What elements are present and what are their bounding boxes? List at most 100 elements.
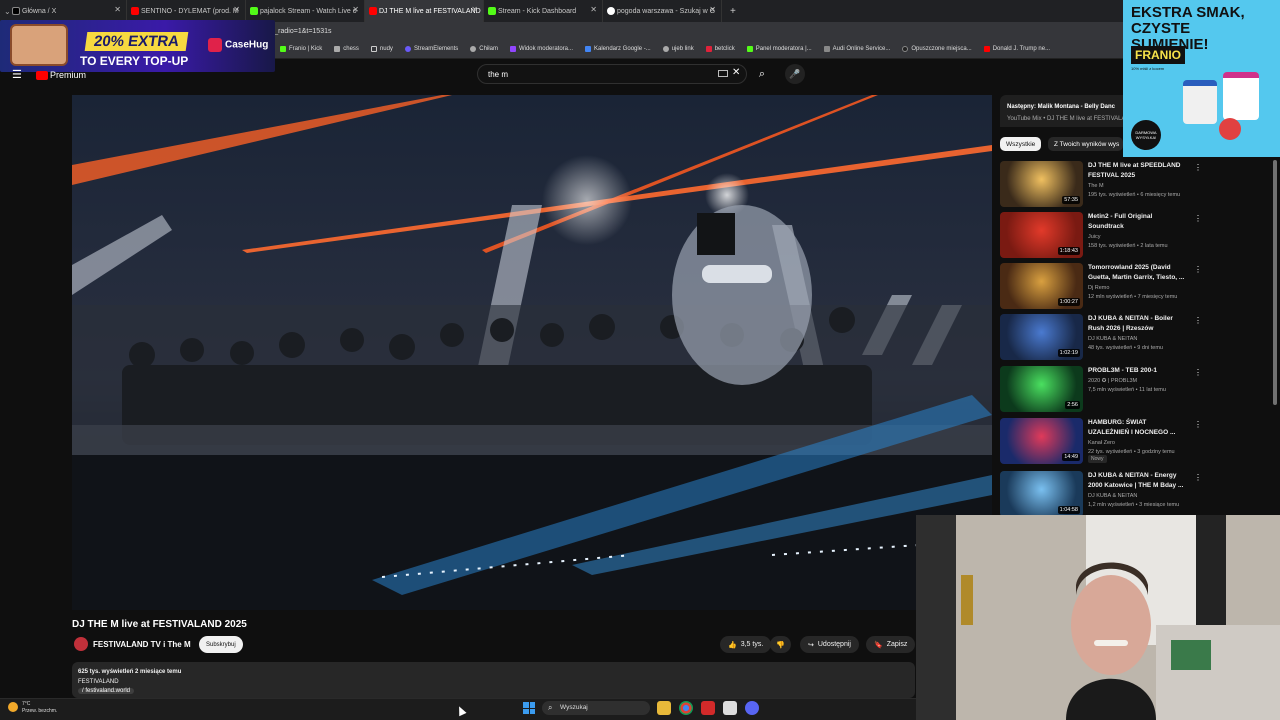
duration-badge: 1:04:58 — [1057, 506, 1080, 514]
subscribe-button[interactable]: Subskrybuj — [199, 636, 243, 653]
recommendation-item[interactable]: 2:56 PROBL3M - TEB 200-1 2020 ✪ | PROBL3M 7… — [1000, 366, 1202, 412]
taskbar-search[interactable]: ⌕ Wyszukaj — [542, 701, 650, 715]
tab-5[interactable]: pogoda warszawa - Szukaj w G ✕ — [603, 0, 722, 22]
bookmark-folder[interactable]: nudy — [370, 46, 393, 52]
windows-start-icon[interactable] — [523, 702, 535, 714]
recommendation-item[interactable]: 14:49 HAMBURG: ŚWIAT UZALEŻNIEŃ I NOCNEGO… — [1000, 418, 1202, 464]
twitch-icon — [509, 46, 516, 52]
duration-badge: 57:35 — [1062, 196, 1080, 204]
youtube-premium-logo[interactable]: Premium — [36, 70, 86, 81]
discord-icon[interactable] — [745, 701, 759, 715]
app-icon[interactable] — [723, 701, 737, 715]
app-icon[interactable] — [701, 701, 715, 715]
recommendation-title[interactable]: PROBL3M - TEB 200-1 — [1088, 366, 1188, 376]
bookmark[interactable]: chess — [334, 46, 359, 52]
bookmark[interactable]: Panel moderatora |... — [746, 46, 812, 52]
video-thumbnail[interactable]: 2:56 — [1000, 366, 1083, 412]
tab-close-icon[interactable]: ✕ — [352, 5, 359, 14]
recommendation-item[interactable]: 57:35 DJ THE M live at SPEEDLAND FESTIVAL… — [1000, 161, 1202, 207]
microphone-icon: 🎤 — [789, 68, 801, 79]
share-button[interactable]: ↪ Udostępnij — [800, 636, 859, 653]
bookmark[interactable]: Franio | Kick — [280, 46, 322, 52]
channel-name[interactable]: FESTIVALAND TV i The M — [93, 640, 191, 649]
duration-badge: 14:49 — [1062, 453, 1080, 461]
playlist-header[interactable]: Następny: Malik Montana - Belly Danc You… — [1000, 95, 1123, 127]
tab-close-icon[interactable]: ✕ — [471, 5, 478, 14]
voice-search-button[interactable]: 🎤 — [785, 64, 805, 84]
video-thumbnail[interactable]: 1:02:19 — [1000, 314, 1083, 360]
search-input[interactable]: the m — [477, 64, 747, 84]
bookmark[interactable]: Widok moderatora... — [509, 46, 573, 52]
bookmark[interactable]: Audi Online Service... — [823, 46, 890, 52]
like-button[interactable]: 👍 3,5 tys. — [720, 636, 772, 653]
recommendation-channel[interactable]: 2020 ✪ | PROBL3M — [1088, 378, 1137, 384]
recommendation-channel[interactable]: Juicy — [1088, 234, 1101, 240]
bookmark[interactable]: ujeb link — [662, 46, 694, 52]
recommendation-channel[interactable]: DJ KUBA & NEITAN — [1088, 493, 1137, 499]
tab-1[interactable]: SENTINO - DYLEMAT (prod. M ✕ — [127, 0, 246, 22]
bookmark[interactable]: Kalendarz Google -... — [585, 46, 651, 52]
dislike-button[interactable]: 👎 — [770, 636, 791, 653]
chip-from-your-search[interactable]: Z Twoich wyników wys — [1048, 137, 1123, 151]
recommendation-channel[interactable]: DJ KUBA & NEITAN — [1088, 336, 1137, 342]
keyboard-icon[interactable] — [718, 70, 728, 77]
tab-list-chevron-icon[interactable]: ⌄ — [0, 7, 11, 16]
bookmark[interactable]: betclick — [705, 46, 735, 52]
video-thumbnail[interactable]: 14:49 — [1000, 418, 1083, 464]
recommendation-channel[interactable]: Dj Remo — [1088, 285, 1109, 291]
recommendation-item[interactable]: 1:02:19 DJ KUBA & NEITAN - Boiler Rush 20… — [1000, 314, 1202, 360]
more-options-icon[interactable]: ⋮ — [1194, 473, 1202, 482]
video-thumbnail[interactable]: 1:04:58 — [1000, 471, 1083, 517]
recommendation-item[interactable]: 1:18:43 Metin2 - Full Original Soundtrack… — [1000, 212, 1202, 258]
tab-close-icon[interactable]: ✕ — [590, 5, 597, 14]
tab-4[interactable]: Stream - Kick Dashboard ✕ — [484, 0, 603, 22]
bookmark[interactable]: Donald J. Trump ne... — [983, 46, 1050, 52]
brand-text: CaseHug — [225, 39, 269, 51]
description-box[interactable]: 625 tys. wyświetleń 2 miesiące temu FEST… — [72, 662, 915, 698]
chrome-icon[interactable] — [679, 701, 693, 715]
more-options-icon[interactable]: ⋮ — [1194, 163, 1202, 172]
bookmark[interactable]: Chiłam — [470, 46, 498, 52]
tab-close-icon[interactable]: ✕ — [233, 5, 240, 14]
video-thumbnail[interactable]: 1:18:43 — [1000, 212, 1083, 258]
recommendation-item[interactable]: 1:04:58 DJ KUBA & NEITAN - Energy 2000 Ka… — [1000, 471, 1202, 517]
recommendation-channel[interactable]: Kanał Zero — [1088, 440, 1115, 446]
tab-3-active[interactable]: DJ THE M live at FESTIVALAND ✕ — [365, 0, 484, 22]
bookmark[interactable]: StreamElements — [404, 46, 458, 52]
tab-close-icon[interactable]: ✕ — [709, 5, 716, 14]
recommendation-title[interactable]: DJ THE M live at SPEEDLAND FESTIVAL 2025 — [1088, 161, 1188, 181]
weather-widget[interactable]: 7°C Przew. bezchm. — [8, 701, 57, 715]
file-explorer-icon[interactable] — [657, 701, 671, 715]
video-player[interactable] — [72, 95, 992, 610]
menu-icon[interactable]: ☰ — [12, 68, 22, 81]
more-options-icon[interactable]: ⋮ — [1194, 316, 1202, 325]
video-thumbnail[interactable]: 57:35 — [1000, 161, 1083, 207]
tab-title: pajalock Stream - Watch Live o — [260, 7, 357, 15]
recommendation-title[interactable]: HAMBURG: ŚWIAT UZALEŻNIEŃ I NOCNEGO ... — [1088, 418, 1188, 438]
recommendation-title[interactable]: Metin2 - Full Original Soundtrack — [1088, 212, 1188, 232]
recommendation-item[interactable]: 1:00:27 Tomorrowland 2025 (David Guetta, … — [1000, 263, 1202, 309]
video-thumbnail[interactable]: 1:00:27 — [1000, 263, 1083, 309]
search-button[interactable]: ⌕ — [752, 64, 772, 84]
tab-0[interactable]: Główna / X ✕ — [8, 0, 127, 22]
save-button[interactable]: 🔖 Zapisz — [866, 636, 916, 653]
clear-search-icon[interactable]: ✕ — [732, 67, 740, 78]
more-options-icon[interactable]: ⋮ — [1194, 265, 1202, 274]
more-options-icon[interactable]: ⋮ — [1194, 420, 1202, 429]
description-link[interactable]: / festivaland.world — [78, 688, 135, 694]
recommendation-title[interactable]: DJ KUBA & NEITAN - Boiler Rush 2026 | Rz… — [1088, 314, 1188, 334]
recommendation-title[interactable]: DJ KUBA & NEITAN - Energy 2000 Katowice … — [1088, 471, 1188, 491]
more-options-icon[interactable]: ⋮ — [1194, 368, 1202, 377]
chip-all[interactable]: Wszystkie — [1000, 137, 1042, 151]
scrollbar[interactable] — [1273, 160, 1277, 405]
recommendation-meta: 48 tys. wyświetleń • 9 dni temu — [1088, 345, 1163, 351]
tab-2[interactable]: pajalock Stream - Watch Live o ✕ — [246, 0, 365, 22]
channel-avatar[interactable] — [74, 637, 88, 651]
ad-sub: 10% mlśli z kocem — [1131, 66, 1165, 71]
tab-close-icon[interactable]: ✕ — [114, 5, 121, 14]
recommendation-channel[interactable]: The M — [1088, 183, 1104, 189]
new-tab-button[interactable]: + — [722, 6, 736, 17]
bookmark[interactable]: Opuszczone miejsca... — [902, 46, 972, 52]
recommendation-title[interactable]: Tomorrowland 2025 (David Guetta, Martin … — [1088, 263, 1188, 283]
more-options-icon[interactable]: ⋮ — [1194, 214, 1202, 223]
